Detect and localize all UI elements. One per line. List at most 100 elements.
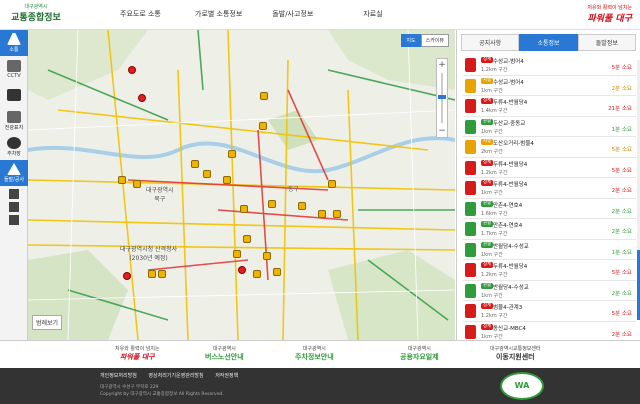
road-name: 동신교-MBC4	[493, 325, 526, 332]
status-badge: 원활	[481, 241, 494, 248]
traffic-row[interactable]: 서행 도산오거리-범물4 2km 구간 5분 소요	[463, 137, 636, 158]
toolbar-square-3[interactable]	[8, 215, 19, 225]
traffic-row[interactable]: 원활 만촌4-연호4 1.6km 구간 2분 소요	[463, 199, 636, 219]
travel-time: 2분 소요	[611, 290, 632, 297]
traffic-row[interactable]: 정체 동신교-MBC4 1km 구간 2분 소요	[463, 322, 636, 342]
road-distance: 1km 구간	[481, 251, 503, 258]
tool-incident[interactable]: 돌발/공사	[0, 160, 28, 186]
map-roads	[28, 30, 455, 340]
nav-archive[interactable]: 자료실	[348, 0, 397, 30]
nav-street-traffic[interactable]: 가로별 소통정보	[180, 0, 257, 30]
banner-bus[interactable]: 대구광역시 버스노선안내	[205, 345, 244, 362]
traffic-row[interactable]: 원활 두산교-중동교 1km 구간 1분 소요	[463, 117, 636, 137]
toolbar-square-1[interactable]	[8, 189, 19, 199]
construction-marker[interactable]	[298, 202, 306, 210]
road-icon	[465, 263, 476, 277]
construction-marker[interactable]	[223, 176, 231, 184]
construction-marker[interactable]	[328, 180, 336, 188]
nav-incidents[interactable]: 돌발/사고정보	[257, 0, 328, 30]
banner-powerful-t2: 파워풀 대구	[119, 353, 155, 361]
incident-marker[interactable]	[138, 94, 146, 102]
banner-parking[interactable]: 대구광역시 주차정보안내	[295, 345, 334, 362]
tab-notice[interactable]: 공지사항	[461, 34, 520, 51]
construction-marker[interactable]	[203, 170, 211, 178]
site-logo[interactable]: 대구광역시 교통종합정보	[6, 3, 66, 27]
construction-marker[interactable]	[243, 235, 251, 243]
road-distance: 1km 구간	[481, 128, 503, 135]
map-type-skyview[interactable]: 스카이뷰	[420, 34, 449, 47]
traffic-row[interactable]: 정체 두류4-반월당4 1.2km 구간 5분 소요	[463, 158, 636, 178]
banner-parking-t2: 주차정보안내	[295, 353, 334, 361]
road-distance: 1km 구간	[481, 333, 503, 340]
traffic-row[interactable]: 정체 두류4-반월당4 1.4km 구간 21분 소요	[463, 96, 636, 117]
brand-big: 파워풀 대구	[587, 14, 632, 24]
traffic-map[interactable]: 지도 스카이뷰 + − 대구광역시 북구 대구광역시청 산격청사 (2030년 …	[28, 30, 455, 340]
construction-marker[interactable]	[191, 160, 199, 168]
map-label-buk: 대구광역시 북구	[146, 187, 174, 203]
header: 대구광역시 교통종합정보 주요도로 소통정보 가로별 소통정보 돌발/사고정보 …	[0, 0, 640, 46]
zoom-in-icon[interactable]: +	[437, 59, 447, 71]
tool-sign[interactable]: 전광표지	[0, 108, 28, 134]
traffic-row[interactable]: 정체 수성교-범어4 1.2km 구간 5분 소요	[463, 55, 636, 76]
incident-marker[interactable]	[128, 66, 136, 74]
road-icon	[465, 222, 476, 236]
banner-mobility[interactable]: 대구광역시교통정보센터 이동지원센터	[490, 345, 541, 362]
traffic-row[interactable]: 원활 반월당4-수성교 1km 구간 1분 소요	[463, 240, 636, 260]
status-badge: 정체	[481, 98, 494, 104]
road-icon	[465, 78, 476, 93]
map-label-cityhall: 대구광역시청 산격청사 (2030년 예정)	[120, 246, 178, 262]
toolbar-square-2[interactable]	[8, 202, 19, 212]
sign-icon	[7, 111, 21, 123]
tool-grid[interactable]	[0, 82, 28, 108]
main-nav: 주요도로 소통정보 가로별 소통정보 돌발/사고정보 자료실	[105, 0, 398, 46]
construction-marker[interactable]	[259, 122, 267, 130]
zoom-slider[interactable]	[438, 73, 446, 123]
traffic-row[interactable]: 정체 두류4-반월당4 1km 구간 2분 소요	[463, 178, 636, 199]
tab-incident[interactable]: 돌발정보	[577, 34, 636, 51]
construction-marker[interactable]	[240, 205, 248, 213]
footer-cctv-policy-link[interactable]: 영상처리기기운영관리방침	[148, 373, 203, 379]
footer-copyright-text: Copyright by 대구광역시 교통종합정보 All Rights Res…	[100, 392, 224, 397]
banner-mobility-t1: 대구광역시교통정보센터	[490, 346, 541, 352]
zoom-knob[interactable]	[438, 95, 446, 99]
travel-time: 5분 소요	[611, 311, 632, 317]
banner-carfree[interactable]: 대구광역시 공용자요일제	[400, 345, 439, 362]
construction-marker[interactable]	[253, 270, 261, 278]
traffic-row[interactable]: 서행 수성교-범어4 1km 구간 2분 소요	[463, 76, 636, 96]
banner-powerful-daegu[interactable]: 저유와 활력이 넘치는 파워풀 대구	[115, 345, 160, 362]
construction-marker[interactable]	[273, 268, 281, 276]
tool-parking-label: 주차장	[7, 151, 21, 157]
tool-traffic[interactable]: 소통	[0, 30, 28, 56]
panel-tabs: 공지사항 소통정보 돌발정보	[461, 34, 636, 51]
zoom-out-icon[interactable]: −	[437, 125, 447, 137]
traffic-row[interactable]: 원활 반월당4-수성교 1km 구간 2분 소요	[463, 281, 636, 301]
construction-marker[interactable]	[228, 150, 236, 158]
road-name: 반월당4-수성교	[493, 284, 529, 291]
construction-marker[interactable]	[158, 270, 166, 278]
traffic-list: 정체 수성교-범어4 1.2km 구간 5분 소요 서행 수성교-범어4 1km 구간 2분 …	[463, 55, 636, 342]
traffic-row[interactable]: 정체 두류4-반월당4 1.2km 구간 5분 소요	[463, 260, 636, 281]
map-type-map[interactable]: 지도	[401, 34, 421, 47]
construction-marker[interactable]	[263, 252, 271, 260]
construction-marker[interactable]	[333, 210, 341, 218]
tool-incident-label: 돌발/공사	[3, 177, 25, 183]
tool-parking[interactable]: 주차장	[0, 134, 28, 160]
incident-marker[interactable]	[238, 266, 246, 274]
construction-marker[interactable]	[233, 250, 241, 258]
footer-copyright-policy-link[interactable]: 저작권정책	[215, 373, 238, 379]
construction-marker[interactable]	[260, 92, 268, 100]
traffic-row[interactable]: 정체 범물4-관계3 1.2km 구간 5분 소요	[463, 301, 636, 322]
tool-cctv[interactable]: CCTV	[0, 56, 28, 82]
incident-marker[interactable]	[123, 272, 131, 280]
logo-big-text: 교통종합정보	[11, 13, 61, 23]
nav-main-roads[interactable]: 주요도로 소통정보	[105, 0, 180, 46]
construction-marker[interactable]	[268, 200, 276, 208]
construction-marker[interactable]	[318, 210, 326, 218]
traffic-row[interactable]: 원활 만촌4-연호4 1.7km 구간 2분 소요	[463, 219, 636, 240]
footer-privacy-link[interactable]: 개인정보처리방침	[100, 373, 137, 379]
construction-marker[interactable]	[148, 270, 156, 278]
tab-traffic[interactable]: 소통정보	[519, 34, 578, 51]
construction-marker[interactable]	[118, 176, 126, 184]
legend-button[interactable]: 범례보기	[32, 315, 63, 330]
construction-marker[interactable]	[133, 180, 141, 188]
